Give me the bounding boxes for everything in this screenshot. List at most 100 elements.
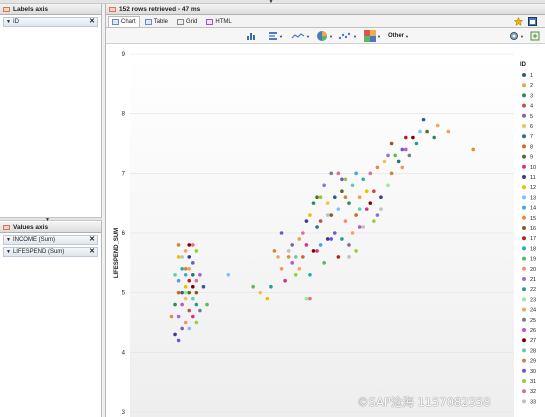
data-point (336, 255, 341, 259)
remove-icon[interactable]: ✕ (89, 18, 95, 26)
tab-chart[interactable]: Chart (108, 16, 140, 27)
legend-label: 7 (530, 134, 533, 140)
legend-marker (522, 328, 526, 332)
data-point (301, 231, 305, 235)
folder-icon (3, 224, 10, 230)
data-point (290, 243, 294, 247)
data-point (187, 308, 192, 313)
legend-marker (522, 348, 526, 353)
scatter-chart: 3456789 ID123456789101112131415161718192… (114, 52, 536, 417)
plot-background (130, 53, 514, 417)
view-tabs: Chart Table Grid HTML (106, 15, 545, 28)
color-palette-dropdown[interactable]: ▼ (364, 30, 381, 42)
other-dropdown[interactable]: Other ▼ (388, 31, 409, 41)
data-point (322, 261, 326, 265)
data-point (194, 249, 199, 253)
data-point (201, 284, 206, 289)
export-button[interactable] (530, 31, 540, 41)
data-point (191, 284, 195, 289)
tab-table[interactable]: Table (141, 16, 172, 27)
data-point (318, 243, 323, 247)
dropdown-arrow-icon: ▼ (306, 33, 310, 39)
data-point (393, 153, 397, 158)
data-point (404, 135, 408, 140)
legend-marker (522, 399, 526, 404)
data-point (432, 135, 437, 140)
data-point (173, 272, 177, 277)
data-point (386, 183, 390, 188)
legend-label: 32 (530, 389, 536, 395)
legend-label: 28 (530, 348, 536, 354)
y-tick-label: 3 (122, 410, 126, 416)
legend-marker (522, 266, 526, 271)
results-header: 152 rows retrieved - 47 ms (106, 4, 545, 15)
chart-icon (112, 19, 119, 25)
dropdown-arrow-icon[interactable]: ▼ (6, 237, 11, 243)
legend-label: 6 (530, 124, 533, 130)
data-point (333, 231, 337, 235)
legend-marker (522, 236, 526, 241)
data-point (322, 183, 326, 188)
pie-chart-icon (317, 31, 327, 41)
y-tick-label: 7 (122, 171, 126, 177)
data-point (379, 195, 383, 199)
window-icon[interactable] (528, 17, 537, 26)
values-axis-item-lifespend[interactable]: ▼ LIFESPEND (Sum) ✕ (3, 247, 98, 257)
dropdown-arrow-icon: ▼ (329, 33, 333, 39)
data-point (343, 195, 348, 199)
legend-marker (522, 215, 526, 220)
scatter-chart-dropdown[interactable]: ▼ (338, 31, 357, 41)
bar-chart-icon (247, 33, 255, 40)
data-point (354, 249, 358, 253)
dropdown-arrow-icon[interactable]: ▼ (6, 249, 11, 255)
legend-marker (522, 103, 526, 108)
data-point (183, 272, 188, 277)
values-axis-title: Values axis (13, 223, 49, 231)
data-point (315, 249, 319, 253)
legend-marker (522, 338, 526, 343)
data-point (293, 272, 298, 277)
chart-settings-dropdown[interactable]: ▼ (509, 31, 524, 41)
tab-html[interactable]: HTML (202, 16, 235, 27)
data-point (375, 165, 380, 170)
data-point (325, 201, 330, 205)
data-point (191, 314, 195, 319)
data-point (340, 177, 344, 182)
data-point (304, 243, 309, 247)
legend-label: 1 (530, 73, 533, 79)
legend-marker (522, 113, 526, 118)
star-icon[interactable] (514, 17, 523, 26)
values-axis-item-income[interactable]: ▼ INCOME (Sum) ✕ (3, 235, 98, 245)
tab-label: Table (153, 18, 169, 25)
legend-label: 33 (530, 399, 536, 405)
legend-label: 24 (530, 308, 536, 314)
data-point (183, 320, 188, 325)
data-point (375, 213, 380, 217)
remove-icon[interactable]: ✕ (89, 236, 95, 244)
y-tick-label: 8 (122, 112, 126, 118)
tab-grid[interactable]: Grid (173, 16, 201, 27)
data-point (191, 272, 195, 277)
data-point (361, 177, 365, 182)
chart-type-bar-button[interactable] (246, 31, 256, 41)
dropdown-arrow-icon[interactable]: ▼ (6, 19, 11, 25)
data-point (318, 219, 323, 223)
dropdown-arrow-icon: ▼ (353, 33, 357, 39)
data-point (347, 255, 351, 259)
data-point (400, 147, 405, 152)
dropdown-arrow-icon: ▼ (279, 33, 283, 39)
legend-label: 8 (530, 144, 533, 150)
chart-layout-dropdown[interactable]: ▼ (268, 31, 283, 41)
pie-chart-dropdown[interactable]: ▼ (316, 31, 333, 41)
legend-label: 31 (530, 379, 536, 385)
remove-icon[interactable]: ✕ (89, 248, 95, 256)
legend-marker (522, 154, 526, 159)
data-point (187, 290, 192, 295)
data-point (276, 255, 280, 259)
left-splitter[interactable]: ▼ (0, 217, 102, 223)
labels-axis-item-id[interactable]: ▼ ID ✕ (3, 17, 98, 27)
legend-label: 19 (530, 257, 536, 263)
line-style-dropdown[interactable]: ▼ (291, 31, 310, 41)
chart-toolbar: ▼ ▼ ▼ ▼ ▼ Other ▼ ▼ (106, 28, 545, 44)
legend-marker (522, 297, 526, 302)
